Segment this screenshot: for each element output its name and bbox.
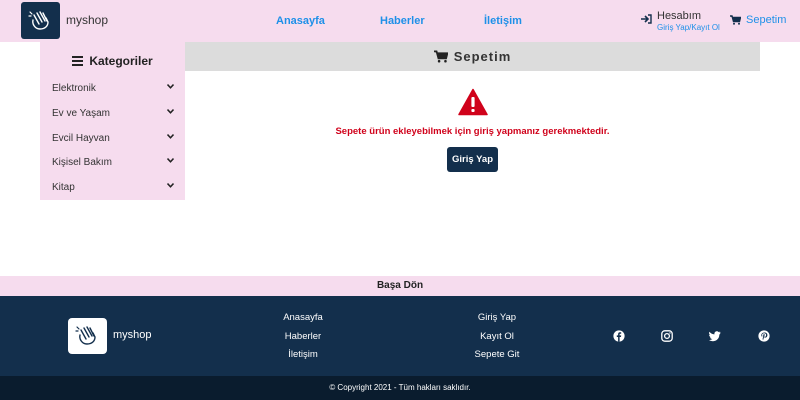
instagram-icon[interactable] <box>661 330 673 342</box>
sidebar-item-label: Kişisel Bakım <box>52 157 113 168</box>
footer-link-contact[interactable]: İletişim <box>253 349 353 360</box>
hand-logo-icon <box>74 326 96 345</box>
top-header: myshop Anasayfa Haberler İletişim Hesabı… <box>0 0 800 42</box>
cart-icon <box>730 15 741 25</box>
sidebar-title: Kategoriler <box>89 54 153 68</box>
sidebar-item-label: Evcil Hayvan <box>52 133 110 144</box>
twitter-icon[interactable] <box>709 330 721 342</box>
sidebar-item-label: Elektronik <box>52 83 96 94</box>
sidebar-item-label: Kitap <box>52 182 75 193</box>
chevron-down-icon <box>167 84 174 89</box>
sidebar-item-elektronik[interactable]: Elektronik <box>52 83 180 94</box>
nav-home[interactable]: Anasayfa <box>276 15 325 27</box>
category-sidebar: Kategoriler Elektronik Ev ve Yaşam Evcil… <box>40 42 185 200</box>
sidebar-header: Kategoriler <box>40 54 185 68</box>
pinterest-icon[interactable] <box>758 330 770 342</box>
chevron-down-icon <box>167 183 174 188</box>
footer-link-home[interactable]: Anasayfa <box>253 312 353 323</box>
login-required-message: Sepete ürün ekleyebilmek için giriş yapm… <box>335 126 610 137</box>
chevron-down-icon <box>167 158 174 163</box>
sidebar-item-ev-ve-yasam[interactable]: Ev ve Yaşam <box>52 108 180 119</box>
cart-label: Sepetim <box>746 14 787 26</box>
footer-brand-name: myshop <box>113 329 152 341</box>
chevron-down-icon <box>167 109 174 114</box>
brand-name[interactable]: myshop <box>66 13 108 27</box>
account-title: Hesabım <box>657 10 702 22</box>
footer-link-login[interactable]: Giriş Yap <box>447 312 547 323</box>
back-to-top-link[interactable]: Başa Dön <box>0 276 800 296</box>
nav-contact[interactable]: İletişim <box>484 15 522 27</box>
facebook-icon[interactable] <box>613 330 625 342</box>
logo[interactable] <box>21 2 60 39</box>
sidebar-item-kisisel-bakim[interactable]: Kişisel Bakım <box>52 157 180 168</box>
footer-logo[interactable] <box>68 318 107 354</box>
login-register-link[interactable]: Giriş Yap/Kayıt Ol <box>657 23 720 32</box>
footer-link-register[interactable]: Kayıt Ol <box>447 331 547 342</box>
copyright-text: © Copyright 2021 - Tüm hakları saklıdır. <box>0 376 800 400</box>
cart-icon <box>433 50 448 63</box>
cart-panel-header: Sepetim <box>185 42 760 71</box>
sign-in-icon <box>641 14 652 24</box>
nav-news[interactable]: Haberler <box>380 15 425 27</box>
sidebar-item-label: Ev ve Yaşam <box>52 108 110 119</box>
sidebar-item-kitap[interactable]: Kitap <box>52 182 180 193</box>
login-button[interactable]: Giriş Yap <box>447 147 498 172</box>
sidebar-item-evcil-hayvan[interactable]: Evcil Hayvan <box>52 133 180 144</box>
hand-logo-icon <box>27 10 49 30</box>
footer-link-news[interactable]: Haberler <box>253 331 353 342</box>
footer: myshop Anasayfa Haberler İletişim Giriş … <box>0 296 800 376</box>
chevron-down-icon <box>167 134 174 139</box>
hamburger-icon <box>72 56 84 66</box>
warning-icon <box>458 88 488 116</box>
page-title: Sepetim <box>453 49 512 64</box>
footer-link-go-to-cart[interactable]: Sepete Git <box>447 349 547 360</box>
